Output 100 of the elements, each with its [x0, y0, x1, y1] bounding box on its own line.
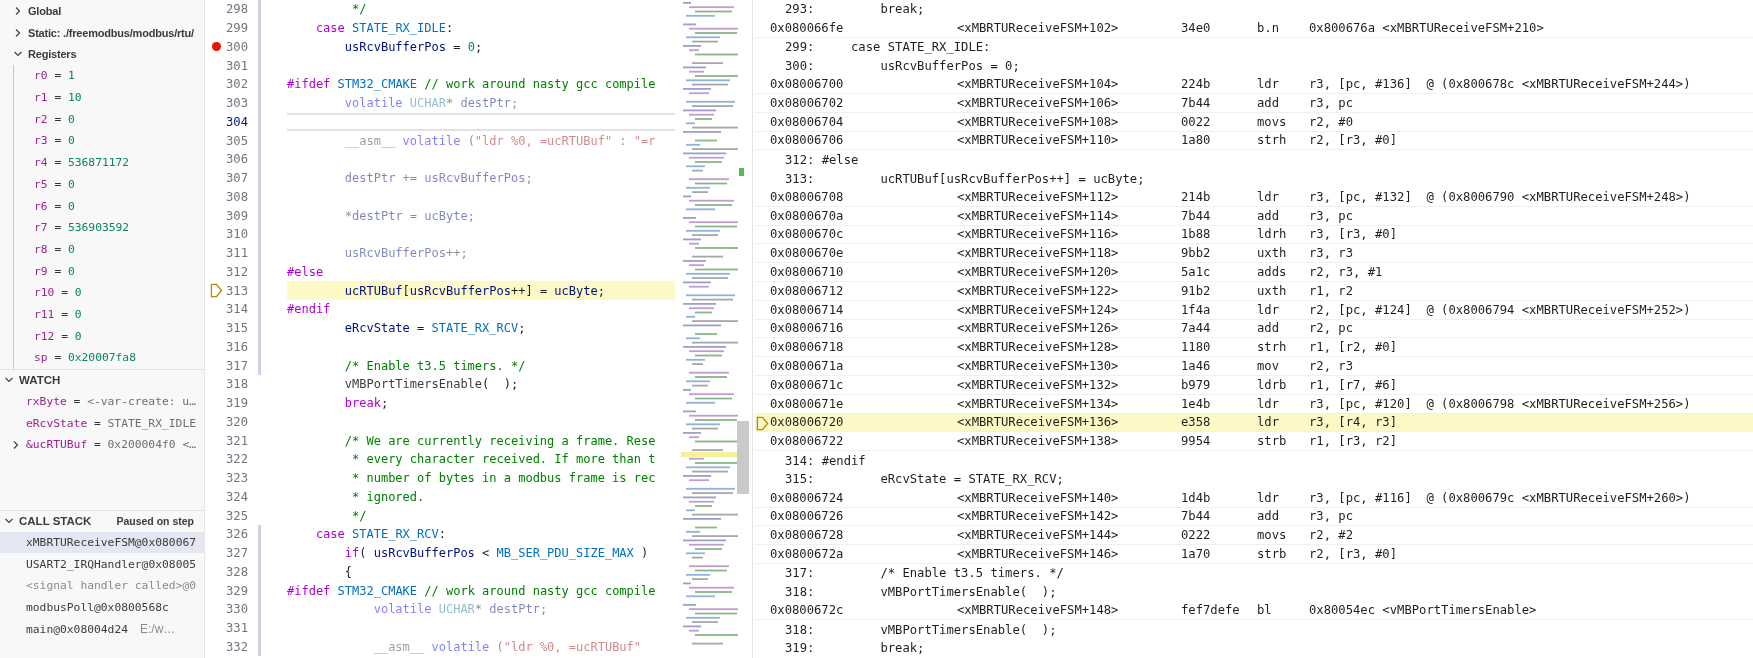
watch-expression[interactable]: eRcvState = STATE_RX_IDLE — [26, 412, 196, 435]
line-number: 307 — [225, 171, 248, 186]
line-number: 305 — [225, 133, 248, 148]
disassembly-row: 0x08006712 <xMBRTUReceiveFSM+122> 91b2 uxth r1, r2 — [755, 281, 1753, 301]
line-number: 311 — [225, 246, 248, 261]
disassembly-row: 0x08006700 <xMBRTUReceiveFSM+104> 224b ldr r3, [pc, #136] @ (0x800678c <xMBRTUReceiveFSM+244>) — [755, 75, 1753, 94]
disassembly-row: 0x08006726 <xMBRTUReceiveFSM+142> 7b44 add r3, pc — [755, 507, 1753, 527]
line-number: 299 — [225, 21, 248, 36]
register-variable[interactable]: r10 = 0 — [34, 281, 82, 304]
register-variable[interactable]: r8 = 0 — [34, 238, 75, 261]
scope-label[interactable]: Registers — [28, 48, 77, 61]
line-number: 324 — [225, 489, 248, 504]
line-number: 300 — [225, 39, 248, 54]
line-number: 327 — [225, 546, 248, 561]
line-number: 320 — [225, 414, 248, 429]
source-line: 319: break; — [784, 640, 926, 658]
code-line: destPtr += usRcvBufferPos; — [343, 170, 534, 188]
source-line: 299: case STATE_RX_IDLE: — [784, 39, 992, 56]
stack-frame[interactable]: main@0x08004d24 E:/w… — [0, 618, 204, 641]
line-number: 322 — [225, 452, 248, 467]
code-line: __asm__ volatile ("ldr %0, =ucRTUBuf" — [372, 638, 643, 656]
code-line: #ifdef STM32_CMAKE // work around nasty gcc compile — [287, 582, 657, 600]
register-variable[interactable]: r5 = 0 — [34, 173, 75, 196]
watch-expression[interactable]: rxByte = <-var-create: u… — [26, 390, 196, 413]
register-variable[interactable]: r4 = 536871172 — [34, 151, 130, 174]
code-line: case STATE_RX_IDLE: — [314, 20, 455, 38]
disassembly-row: 0x08006708 <xMBRTUReceiveFSM+112> 214b ldr r3, [pc, #132] @ (0x8006790 <xMBRTUReceiveFSM+248>) — [755, 187, 1753, 207]
code-line: */ — [351, 507, 368, 525]
disassembly-row: 0x0800670c <xMBRTUReceiveFSM+116> 1b88 ldrh r3, [r3, #0] — [755, 225, 1753, 245]
code-line: { — [343, 563, 354, 581]
code-line: eRcvState = STATE_RX_RCV; — [343, 320, 527, 338]
disassembly-row: 0x0800671a <xMBRTUReceiveFSM+130> 1a46 mov r2, r3 — [755, 357, 1753, 376]
line-number: 323 — [225, 471, 248, 486]
scrollbar-thumb[interactable] — [737, 421, 749, 494]
line-number: 308 — [225, 189, 248, 204]
source-line: 293: break; — [784, 1, 926, 19]
line-number: 306 — [225, 152, 248, 167]
disassembly-row: 0x0800670a <xMBRTUReceiveFSM+114> 7b44 add r3, pc — [755, 206, 1753, 226]
register-variable[interactable]: sp = 0x20007fa8 — [34, 347, 136, 369]
scope-label[interactable]: Static: ./freemodbus/modbus/rtu/ — [28, 26, 194, 39]
line-number: 329 — [225, 583, 248, 598]
disassembly-row: 0x08006724 <xMBRTUReceiveFSM+140> 1d4b ldr r3, [pc, #116] @ (0x800679c <xMBRTUReceiveFSM+260>) — [755, 488, 1753, 508]
register-variable[interactable]: r6 = 0 — [34, 195, 75, 217]
disassembly-row: 0x0800671c <xMBRTUReceiveFSM+132> b979 ldrb r1, [r7, #6] — [755, 375, 1753, 395]
line-number: 315 — [225, 321, 248, 336]
source-line: 314: #endif — [784, 452, 867, 470]
disassembly-row: 0x08006702 <xMBRTUReceiveFSM+106> 7b44 add r3, pc — [755, 94, 1753, 113]
stack-frame[interactable]: modbusPoll@0x0800568c — [0, 596, 204, 619]
register-variable[interactable]: r7 = 536903592 — [34, 216, 130, 239]
register-variable[interactable]: r0 = 1 — [34, 65, 75, 87]
disassembly-row: 0x08006704 <xMBRTUReceiveFSM+108> 0022 movs r2, #0 — [755, 112, 1753, 132]
line-number: 314 — [225, 302, 248, 317]
chevron-icon[interactable] — [11, 440, 21, 451]
code-line: #endif — [287, 301, 332, 319]
line-number: 298 — [225, 2, 248, 17]
chevron-icon[interactable] — [13, 27, 23, 38]
code-line: usRcvBufferPos = 0; — [343, 38, 484, 56]
register-variable[interactable]: r12 = 0 — [34, 325, 82, 347]
line-number: 332 — [225, 639, 248, 654]
line-number: 318 — [225, 377, 248, 392]
line-number: 301 — [225, 58, 248, 73]
register-variable[interactable]: r11 = 0 — [34, 303, 82, 326]
code-line: /* Enable t3.5 timers. */ — [343, 357, 527, 375]
source-line: 318: vMBPortTimersEnable( ); — [784, 621, 1058, 639]
code-line: */ — [351, 1, 368, 19]
code-line: volatile UCHAR* destPtr; — [372, 601, 549, 619]
register-variable[interactable]: r1 = 10 — [34, 86, 82, 109]
register-variable[interactable]: r9 = 0 — [34, 260, 75, 282]
scope-label[interactable]: Global — [28, 4, 62, 17]
source-line: 300: usRcvBufferPos = 0; — [784, 57, 1021, 75]
line-number: 313 — [225, 283, 248, 298]
line-number: 319 — [225, 396, 248, 411]
source-line: 315: eRcvState = STATE_RX_RCV; — [784, 471, 1065, 489]
line-number: 316 — [225, 339, 248, 354]
disassembly-row: 0x0800671e <xMBRTUReceiveFSM+134> 1e4b ldr r3, [pc, #120] @ (0x8006798 <xMBRTUReceiveFSM+256>) — [755, 394, 1753, 414]
code-line: usRcvBufferPos++; — [343, 245, 469, 263]
section-title[interactable]: CALL STACK — [19, 515, 92, 528]
register-variable[interactable]: r3 = 0 — [34, 130, 75, 152]
breakpoint-icon[interactable] — [211, 42, 221, 52]
chevron-icon[interactable] — [13, 5, 23, 16]
disassembly-row: 0x08006706 <xMBRTUReceiveFSM+110> 1a80 strh r2, [r3, #0] — [755, 131, 1753, 151]
section-title[interactable]: WATCH — [19, 374, 61, 387]
line-number: 330 — [225, 602, 248, 617]
stack-frame[interactable]: USART2_IRQHandler@0x08005 — [0, 553, 204, 576]
code-line: *destPtr = ucByte; — [343, 207, 476, 225]
stack-frame[interactable]: xMBRTUReceiveFSM@0x080067 — [0, 531, 204, 554]
line-number: 310 — [225, 227, 248, 242]
disassembly-row: 0x08006714 <xMBRTUReceiveFSM+124> 1f4a ldr r2, [pc, #124] @ (0x8006794 <xMBRTUReceiveFSM+252>) — [755, 300, 1753, 320]
line-number: 331 — [225, 621, 248, 636]
watch-expression[interactable]: &ucRTUBuf = 0x200004f0 <… — [26, 434, 196, 456]
current-instruction-arrow-icon — [756, 415, 769, 431]
disassembly-row: 0x08006716 <xMBRTUReceiveFSM+126> 7a44 add r2, pc — [755, 319, 1753, 339]
disassembly-row: 0x080066fe <xMBRTUReceiveFSM+102> 34e0 b.n 0x800676a <xMBRTUReceiveFSM+210> — [755, 18, 1753, 38]
code-line: #ifdef STM32_CMAKE // work around nasty gcc compile — [287, 76, 657, 94]
source-line: 313: ucRTUBuf[usRcvBufferPos++] = ucByte; — [784, 170, 1146, 188]
line-number: 317 — [225, 358, 248, 373]
code-line: break; — [343, 395, 390, 413]
code-line: * number of bytes in a modbus frame is rec — [351, 470, 657, 488]
register-variable[interactable]: r2 = 0 — [34, 108, 75, 131]
line-number: 312 — [225, 264, 248, 279]
